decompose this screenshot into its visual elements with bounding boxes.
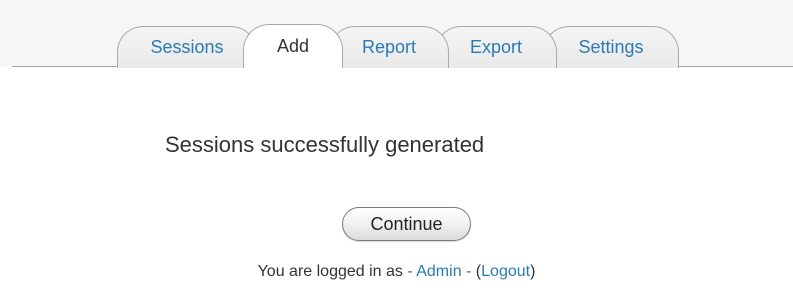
tab-sessions[interactable]: Sessions <box>117 26 257 68</box>
tab-add[interactable]: Add <box>243 24 343 68</box>
continue-button[interactable]: Continue <box>342 207 471 241</box>
logout-link[interactable]: Logout <box>481 263 530 280</box>
tab-bar: Sessions Add Report Export Settings <box>117 24 679 68</box>
login-status-prefix: You are logged in as <box>257 263 408 280</box>
success-message: Sessions successfully generated <box>165 132 485 157</box>
login-status-footer: You are logged in as - Admin - (Logout) <box>0 263 793 281</box>
tab-export[interactable]: Export <box>435 26 557 68</box>
tab-settings[interactable]: Settings <box>543 26 679 68</box>
admin-user-link[interactable]: - Admin - <box>407 263 471 280</box>
close-paren: ) <box>530 263 536 280</box>
open-paren: ( <box>471 263 482 280</box>
tab-report[interactable]: Report <box>329 26 449 68</box>
